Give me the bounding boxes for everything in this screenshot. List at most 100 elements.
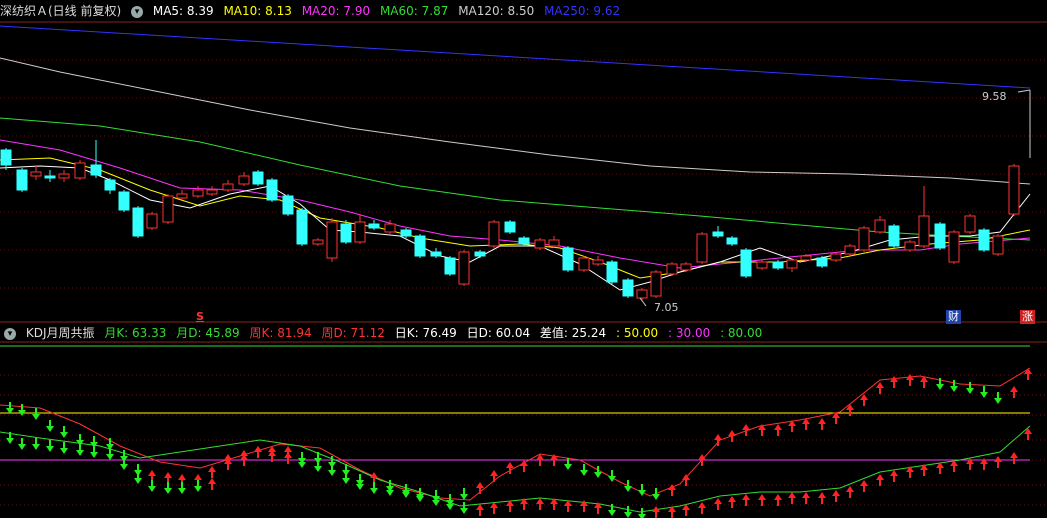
candle-body (340, 223, 352, 243)
candle-body (162, 195, 174, 223)
kdj-arrow (846, 486, 854, 492)
candle-body (176, 193, 188, 199)
kdj-arrow (564, 464, 572, 470)
kdj-arrow (728, 496, 736, 502)
candle-body (858, 227, 870, 251)
kdj-arrow (536, 498, 544, 504)
kdj-arrow (890, 470, 898, 476)
moving-average-lines (0, 25, 1031, 291)
candle-body (326, 221, 338, 259)
candle-body (888, 225, 900, 247)
kdj-arrow (668, 484, 676, 490)
kdj-arrow (148, 486, 156, 492)
marker-s[interactable]: S (194, 310, 206, 324)
kdj-arrow (818, 492, 826, 498)
kdj-arrow (120, 464, 128, 470)
candle-body (222, 183, 234, 191)
kdj-arrow (594, 472, 602, 478)
kdj-legend-item: : 80.00 (720, 326, 763, 340)
candle-body (666, 263, 678, 275)
kdj-arrow (966, 388, 974, 394)
kdj-arrow (994, 398, 1002, 404)
candle-body (548, 239, 560, 247)
candlestick-chart[interactable] (0, 0, 1047, 518)
kdj-arrow (32, 414, 40, 420)
candle-body (44, 175, 56, 179)
candle-body (238, 175, 250, 185)
candle-body (0, 149, 12, 166)
candle-body (400, 229, 412, 237)
kdj-arrow (638, 514, 646, 518)
kdj-arrow (432, 500, 440, 506)
candle-body (934, 223, 946, 249)
candle-body (518, 237, 530, 245)
kdj-arrow (148, 470, 156, 476)
candle-body (680, 263, 692, 271)
candle-body (296, 209, 308, 245)
kdj-arrow (788, 492, 796, 498)
kdj-arrow (980, 458, 988, 464)
chevron-down-icon[interactable]: ▾ (4, 327, 16, 340)
candle-body (830, 253, 842, 261)
kdj-arrow (164, 472, 172, 478)
price-low-label: 7.05 (654, 301, 679, 314)
kdj-arrow (506, 462, 514, 468)
kdj-indicator (0, 345, 1032, 518)
candle-body (488, 221, 500, 247)
kdj-arrow (860, 480, 868, 486)
kdj-arrow (46, 426, 54, 432)
candle-body (978, 229, 990, 251)
kdj-title[interactable]: KDJ月周共振 (26, 326, 95, 340)
kdj-arrow (758, 494, 766, 500)
kdj-legend-item: 月D: 45.89 (176, 326, 240, 340)
candlesticks (0, 89, 1031, 307)
candle-body (192, 189, 204, 197)
candle-body (726, 237, 738, 245)
kdj-arrow (416, 496, 424, 502)
kdj-arrow (76, 450, 84, 456)
kdj-header: ▾ KDJ月周共振 月K: 63.33 月D: 45.89 周K: 81.94 … (0, 323, 768, 343)
kdj-arrow (476, 482, 484, 488)
kdj-arrow (284, 452, 292, 458)
kdj-legend-item: 日D: 60.04 (466, 326, 531, 340)
marker-zhang[interactable]: 涨 (1020, 310, 1035, 324)
kdj-arrow (818, 418, 826, 424)
candle-body (772, 261, 784, 269)
kdj-arrow (6, 438, 14, 444)
kdj-arrow (980, 392, 988, 398)
candle-body (16, 169, 28, 191)
candle-body (874, 219, 886, 233)
kdj-arrow (32, 444, 40, 450)
candle-body (992, 235, 1004, 255)
candle-body (74, 162, 86, 179)
kdj-arrow (624, 512, 632, 518)
candle-body (844, 245, 856, 255)
candle-body (90, 164, 102, 176)
kdj-arrow (46, 446, 54, 452)
kdj-arrow (728, 430, 736, 436)
candle-body (384, 223, 396, 233)
kdj-legend-item: 月K: 63.33 (104, 326, 167, 340)
marker-cai[interactable]: 财 (946, 310, 961, 324)
candle-body (282, 195, 294, 215)
kdj-arrow (774, 424, 782, 430)
kdj-arrow (18, 444, 26, 450)
candle-body (964, 215, 976, 233)
kdj-arrow (876, 382, 884, 388)
kdj-arrow (178, 474, 186, 480)
candle-body (58, 173, 70, 179)
kdj-arrow (178, 488, 186, 494)
kdj-arrow (652, 494, 660, 500)
candle-body (816, 257, 828, 267)
candle-body (606, 261, 618, 283)
candle-body (786, 259, 798, 269)
kdj-arrow (580, 470, 588, 476)
candle-body (904, 241, 916, 251)
candle-body (800, 255, 812, 261)
candle-body (458, 251, 470, 285)
kdj-arrow (802, 492, 810, 498)
kdj-arrow (624, 486, 632, 492)
kdj-legend-item: 日K: 76.49 (394, 326, 457, 340)
kdj-arrow (356, 484, 364, 490)
weekly-k-line (0, 367, 1031, 501)
